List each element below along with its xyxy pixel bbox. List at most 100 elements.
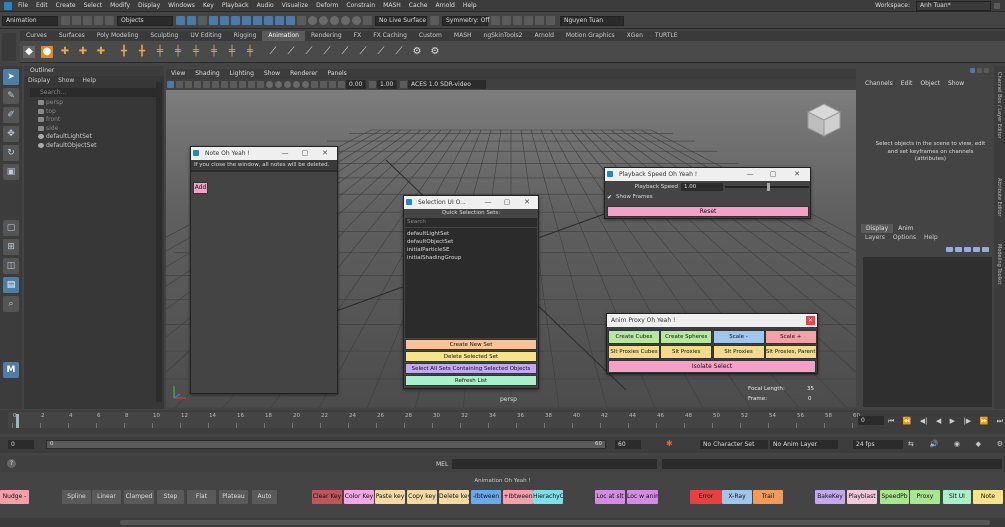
symmetry-dropdown[interactable]: Symmetry: Off (442, 15, 489, 26)
new-layer-icon[interactable] (946, 246, 953, 252)
menu-create[interactable]: Create (52, 0, 80, 12)
color-management-icon[interactable] (400, 80, 407, 88)
select-by-dynamic-icon[interactable] (264, 16, 273, 25)
go-to-end-icon[interactable]: ⏭ (997, 417, 1003, 426)
close-icon[interactable]: ✕ (806, 316, 815, 325)
shelf-button-loc-at-slt[interactable]: Loc at slt (595, 490, 625, 504)
layer-tab-anim[interactable]: Anim (893, 224, 918, 233)
single-view-icon[interactable]: ▢ (3, 220, 19, 236)
menu-edit[interactable]: Edit (32, 0, 52, 12)
selection-button-4[interactable]: Refresh List (405, 375, 537, 386)
wireframe-icon[interactable] (239, 80, 246, 88)
pause-icon[interactable] (546, 16, 555, 25)
open-scene-icon[interactable] (72, 16, 81, 25)
step-forward-frame-icon[interactable]: |▶ (963, 417, 971, 425)
shelf-button-clamped[interactable]: Clamped (124, 490, 154, 504)
playback-speed-field[interactable]: 1.00 (681, 182, 723, 191)
xray-icon[interactable] (320, 80, 327, 88)
camera-select-icon[interactable] (167, 80, 174, 88)
live-surface-field[interactable]: No Live Surface (375, 15, 427, 26)
shelf-tools-icon[interactable]: ⚙ (429, 46, 441, 58)
shelf-button-trail[interactable]: Trail (753, 490, 783, 504)
menu-key[interactable]: Key (199, 0, 218, 12)
move-tool-icon[interactable]: ✥ (3, 126, 19, 142)
menu-arnold[interactable]: Arnold (431, 0, 458, 12)
view-cube-icon[interactable] (806, 102, 842, 138)
smooth-shade-icon[interactable] (248, 80, 255, 88)
undo-icon[interactable] (94, 16, 103, 25)
selection-set-item[interactable]: defaultLightSet (407, 230, 535, 238)
selection-search-input[interactable]: Search (405, 218, 537, 227)
shelf-tab-uv-editing[interactable]: UV Editing (184, 31, 227, 41)
menu-windows[interactable]: Windows (164, 0, 199, 12)
shelf-button-x-ray[interactable]: X-Ray (722, 490, 752, 504)
maximize-icon[interactable]: ▢ (501, 196, 513, 209)
component-mode-icon[interactable] (198, 16, 207, 25)
shelf-tab-surfaces[interactable]: Surfaces (53, 31, 91, 41)
shelf-button-delete-key[interactable]: Delete key (439, 490, 469, 504)
time-slider[interactable]: 0 2 4 6 8 10 12 14 16 18 20 22 24 26 28 30 32 34 36 38 40 42 4… (8, 412, 860, 428)
two-view-icon[interactable]: ◫ (3, 258, 19, 274)
hypershade-icon[interactable] (535, 16, 544, 25)
viewport-menu-show[interactable]: Show (259, 69, 285, 79)
gamma-field[interactable]: 1.00 (377, 79, 397, 89)
loop-icon[interactable]: ⇆ (908, 440, 914, 448)
outliner-item[interactable]: persp (24, 99, 164, 108)
anim-layer-dropdown[interactable]: No Anim Layer (770, 440, 838, 449)
shelf-tab-poly-modeling[interactable]: Poly Modeling (91, 31, 145, 41)
outliner-menu-help[interactable]: Help (78, 76, 100, 86)
shadows-icon[interactable] (275, 80, 282, 88)
film-gate-icon[interactable] (212, 80, 219, 88)
preferences-icon[interactable]: ⚙ (997, 440, 1003, 448)
range-end-field[interactable]: 60 (615, 440, 641, 449)
shelf-button-flat[interactable]: Flat (187, 490, 216, 504)
menu-constrain[interactable]: Constrain (342, 0, 379, 12)
sound-icon[interactable]: 🔊 (930, 440, 939, 448)
channelbox-float-icon[interactable] (977, 67, 982, 73)
shelf-button-hierachycv[interactable]: HierachyCv (533, 490, 563, 504)
workspace-dropdown[interactable]: Anh Tuan* (916, 0, 991, 11)
lock-selection-icon[interactable] (297, 16, 306, 25)
menuset-dropdown[interactable]: Animation (2, 15, 58, 26)
lasso-tool-icon[interactable]: ✎ (3, 88, 19, 104)
current-frame-marker[interactable] (16, 414, 19, 428)
close-icon[interactable]: ✕ (319, 147, 331, 160)
shelf-tab-xgen[interactable]: XGen (621, 31, 649, 41)
bottom-scrollbar[interactable] (0, 518, 1005, 527)
anim-proxy-scale-button[interactable]: Scale + (764, 330, 817, 344)
shelf-tab-turtle[interactable]: TURTLE (649, 31, 684, 41)
shelf-button-bakekey[interactable]: BakeKey (815, 490, 845, 504)
shelf-button-error[interactable]: Error (690, 490, 722, 504)
channelbox-close-icon[interactable] (984, 67, 989, 73)
ssao-icon[interactable] (284, 80, 291, 88)
menu-cache[interactable]: Cache (405, 0, 432, 12)
shelf-button-plateau[interactable]: Plateau (219, 490, 248, 504)
maximize-icon[interactable]: ▢ (767, 168, 779, 181)
gamma-icon[interactable] (369, 80, 376, 88)
snap-view-plane-icon[interactable] (341, 16, 350, 25)
viewport-menu-view[interactable]: View (166, 69, 190, 79)
menu-playback[interactable]: Playback (218, 0, 253, 12)
save-scene-icon[interactable] (83, 16, 92, 25)
select-by-deform-icon[interactable] (253, 16, 262, 25)
motion-blur-icon[interactable] (293, 80, 300, 88)
current-frame-field[interactable]: 0 (858, 416, 884, 425)
anim-proxy-slt-proxies-button[interactable]: Slt Proxies (712, 345, 765, 359)
viewport-menu-lighting[interactable]: Lighting (225, 69, 259, 79)
new-scene-icon[interactable] (61, 16, 70, 25)
bookmark-icon[interactable] (185, 80, 192, 88)
side-tab[interactable]: Modeling Toolkit (996, 244, 1002, 294)
close-icon[interactable]: ✕ (521, 196, 533, 209)
image-plane-icon[interactable] (194, 80, 201, 88)
show-frames-checkbox[interactable]: ✔ (607, 194, 614, 201)
anim-proxy-slt-proxies-cubes-button[interactable]: Slt Proxies Cubes (608, 345, 660, 359)
selection-set-item[interactable]: initialShadingGroup (407, 254, 535, 262)
help-icon[interactable]: ? (7, 459, 16, 468)
shelf-aim-constraint-icon[interactable]: ⟋ (375, 46, 387, 58)
select-by-surface-icon[interactable] (242, 16, 251, 25)
go-to-start-icon[interactable]: ⏮ (888, 417, 894, 426)
shelf-gear-panel[interactable] (2, 33, 16, 61)
anti-alias-icon[interactable] (302, 80, 309, 88)
shelf-button-spline[interactable]: Spline (62, 490, 91, 504)
rotate-tool-icon[interactable]: ↻ (3, 145, 19, 161)
